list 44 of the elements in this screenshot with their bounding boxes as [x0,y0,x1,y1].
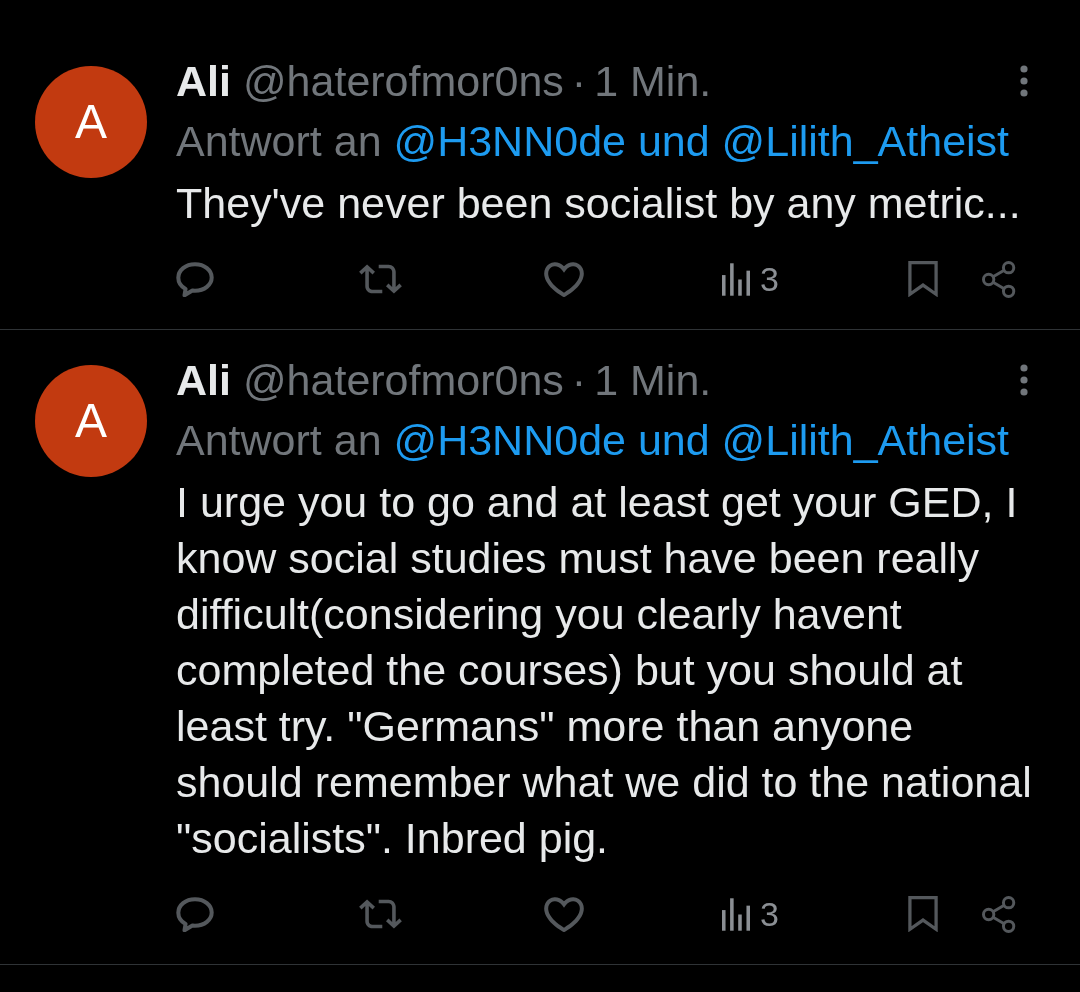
more-button[interactable] [1020,364,1028,396]
post-time: 1 Min. [594,355,712,405]
repost-button[interactable] [359,264,402,294]
heart-icon [544,896,584,932]
heart-icon [544,261,584,297]
reply-context: Antwort an @H3NN0de und @Lilith_Atheist [176,415,1011,466]
separator-dot: · [571,56,587,106]
repost-button[interactable] [359,899,402,929]
bookmark-icon [908,896,938,932]
reply-button[interactable] [176,261,214,297]
reply-context: Antwort an @H3NN0de und @Lilith_Atheist [176,116,1011,167]
like-button[interactable] [544,261,584,297]
bar-chart-icon [722,262,750,296]
repost-icon [359,899,402,929]
separator-dot: · [571,355,587,405]
mention-links[interactable]: @H3NN0de und @Lilith_Atheist [393,117,1010,165]
user-handle: @haterofmor0ns [242,355,564,405]
bar-chart-icon [722,897,750,931]
bookmark-button[interactable] [908,896,938,932]
display-name[interactable]: Ali [176,56,231,106]
bookmark-icon [908,261,938,297]
mention-links[interactable]: @H3NN0de und @Lilith_Atheist [393,416,1010,464]
share-icon [982,260,1016,298]
views-button[interactable]: 3 [722,262,779,296]
share-icon [982,895,1016,933]
reply-button[interactable] [176,896,214,932]
post-time: 1 Min. [594,56,712,106]
post-text: I urge you to go and at least get your GED, I know social studies must have been really difficult(considering you clearly havent completed the courses) but you should at least try. "Germans" more than anyone should remember what we did to the national "socialists". Inbred pig. [176,477,1033,864]
comment-icon [176,261,214,297]
display-name[interactable]: Ali [176,355,231,405]
user-handle: @haterofmor0ns [242,56,564,106]
views-button[interactable]: 3 [722,897,779,931]
repost-icon [359,264,402,294]
share-button[interactable] [982,260,1016,298]
comment-icon [176,896,214,932]
bookmark-button[interactable] [908,261,938,297]
more-button[interactable] [1020,65,1028,97]
avatar[interactable]: A [35,66,147,178]
more-icon [1020,65,1028,97]
more-icon [1020,364,1028,396]
share-button[interactable] [982,895,1016,933]
post-text: They've never been socialist by any metric... [176,178,1022,229]
avatar[interactable]: A [35,365,147,477]
like-button[interactable] [544,896,584,932]
